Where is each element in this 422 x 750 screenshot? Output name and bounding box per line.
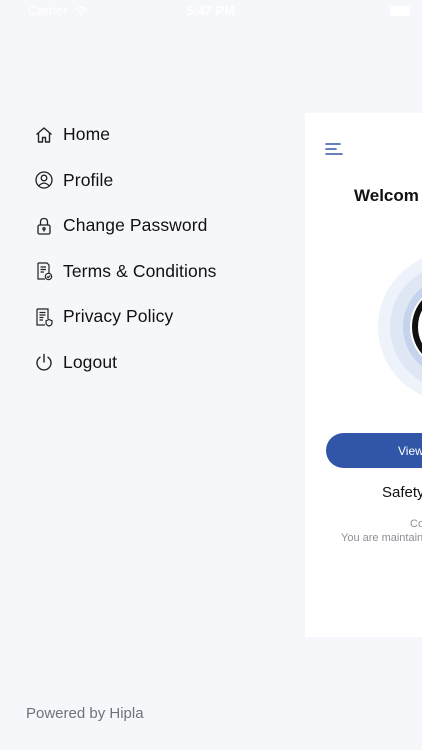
powered-by-text: Powered by Hipla xyxy=(26,705,144,722)
battery-icon xyxy=(390,6,410,16)
menu-item-label: Privacy Policy xyxy=(63,306,174,327)
status-caption-line-1: Co xyxy=(410,518,422,530)
menu-item-home[interactable]: Home xyxy=(34,112,217,158)
menu-item-label: Change Password xyxy=(63,215,208,236)
status-bar: Carrier 5:47 PM xyxy=(0,0,422,22)
menu-item-label: Terms & Conditions xyxy=(63,260,217,281)
menu-item-label: Profile xyxy=(63,169,114,190)
safety-text: Safety xyxy=(382,484,422,501)
menu-item-terms[interactable]: Terms & Conditions xyxy=(34,249,217,295)
status-rings-graphic xyxy=(378,252,422,402)
menu-item-label: Home xyxy=(63,124,111,145)
side-menu: Home Profile Change Password Terms & Con… xyxy=(34,112,217,385)
hamburger-menu-icon[interactable] xyxy=(325,142,343,156)
carrier-label: Carrier xyxy=(28,3,68,18)
status-time: 5:47 PM xyxy=(186,3,236,18)
menu-item-change-password[interactable]: Change Password xyxy=(34,203,217,249)
wifi-icon xyxy=(74,6,88,16)
main-screen-preview[interactable]: Welcom View Safety Co You are maintain xyxy=(305,113,422,637)
document-shield-icon xyxy=(34,307,54,327)
menu-item-logout[interactable]: Logout xyxy=(34,340,217,386)
carrier-indicator: Carrier xyxy=(28,3,88,18)
lock-icon xyxy=(34,216,54,236)
status-caption-line-2: You are maintain xyxy=(341,532,422,544)
document-check-icon xyxy=(34,261,54,281)
welcome-heading: Welcom xyxy=(354,186,419,205)
user-icon xyxy=(34,170,54,190)
home-icon xyxy=(34,125,54,145)
menu-item-label: Logout xyxy=(63,351,118,372)
menu-item-profile[interactable]: Profile xyxy=(34,158,217,204)
power-icon xyxy=(34,352,54,372)
view-button[interactable]: View xyxy=(326,433,422,468)
menu-item-privacy-policy[interactable]: Privacy Policy xyxy=(34,294,217,340)
